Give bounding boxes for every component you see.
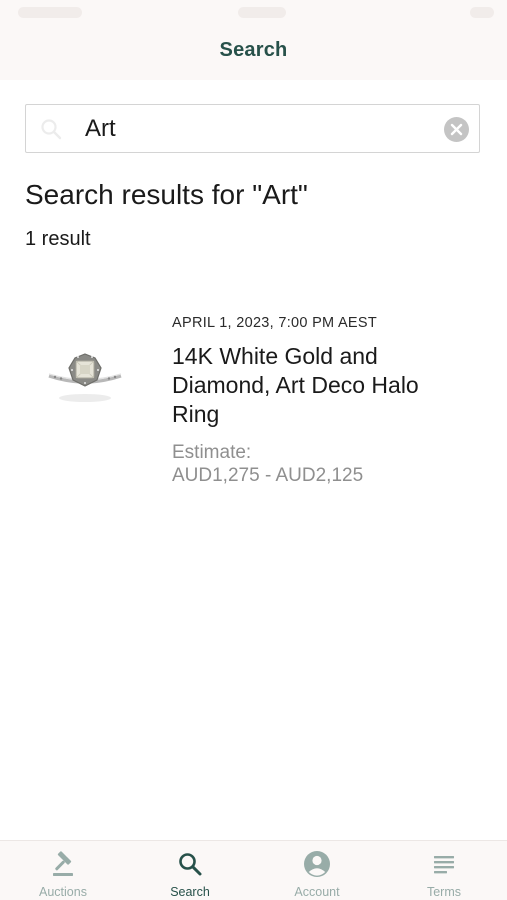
gavel-icon — [53, 851, 73, 876]
search-bar[interactable] — [25, 104, 480, 153]
result-title: 14K White Gold and Diamond, Art Deco Hal… — [172, 343, 419, 427]
tab-auctions[interactable]: Auctions — [0, 841, 126, 900]
status-time — [18, 7, 82, 18]
tab-bar: Auctions Search Account Terms — [0, 840, 507, 900]
tab-label-auctions: Auctions — [39, 885, 87, 899]
tab-label-search: Search — [170, 885, 210, 899]
tab-terms[interactable]: Terms — [381, 841, 507, 900]
ring-thumbnail — [48, 353, 122, 402]
status-indicator — [238, 7, 286, 18]
search-field-icon — [41, 119, 62, 140]
battery-icon — [470, 7, 494, 18]
result-date: APRIL 1, 2023, 7:00 PM AEST — [172, 315, 378, 331]
account-icon — [304, 851, 330, 877]
app: Search Search results for "Art" 1 result — [0, 0, 507, 900]
results-count: 1 result — [25, 228, 91, 250]
nav-bar: Search — [0, 0, 507, 80]
tab-account[interactable]: Account — [254, 841, 380, 900]
page-title: Search — [219, 39, 288, 61]
result-list-item[interactable]: APRIL 1, 2023, 7:00 PM AEST 14K White Go… — [25, 300, 482, 500]
search-icon — [179, 853, 202, 876]
terms-icon — [434, 856, 454, 874]
tab-search[interactable]: Search — [127, 841, 253, 900]
estimate-value: AUD1,275 - AUD2,125 — [172, 465, 364, 486]
estimate-label: Estimate: — [172, 442, 252, 463]
tab-label-account: Account — [294, 885, 340, 899]
close-icon — [450, 123, 463, 136]
status-bar — [0, 0, 507, 26]
tab-label-terms: Terms — [426, 885, 462, 899]
results-heading: Search results for "Art" — [25, 179, 308, 210]
clear-search-button[interactable] — [444, 117, 469, 142]
search-input[interactable] — [85, 114, 425, 144]
